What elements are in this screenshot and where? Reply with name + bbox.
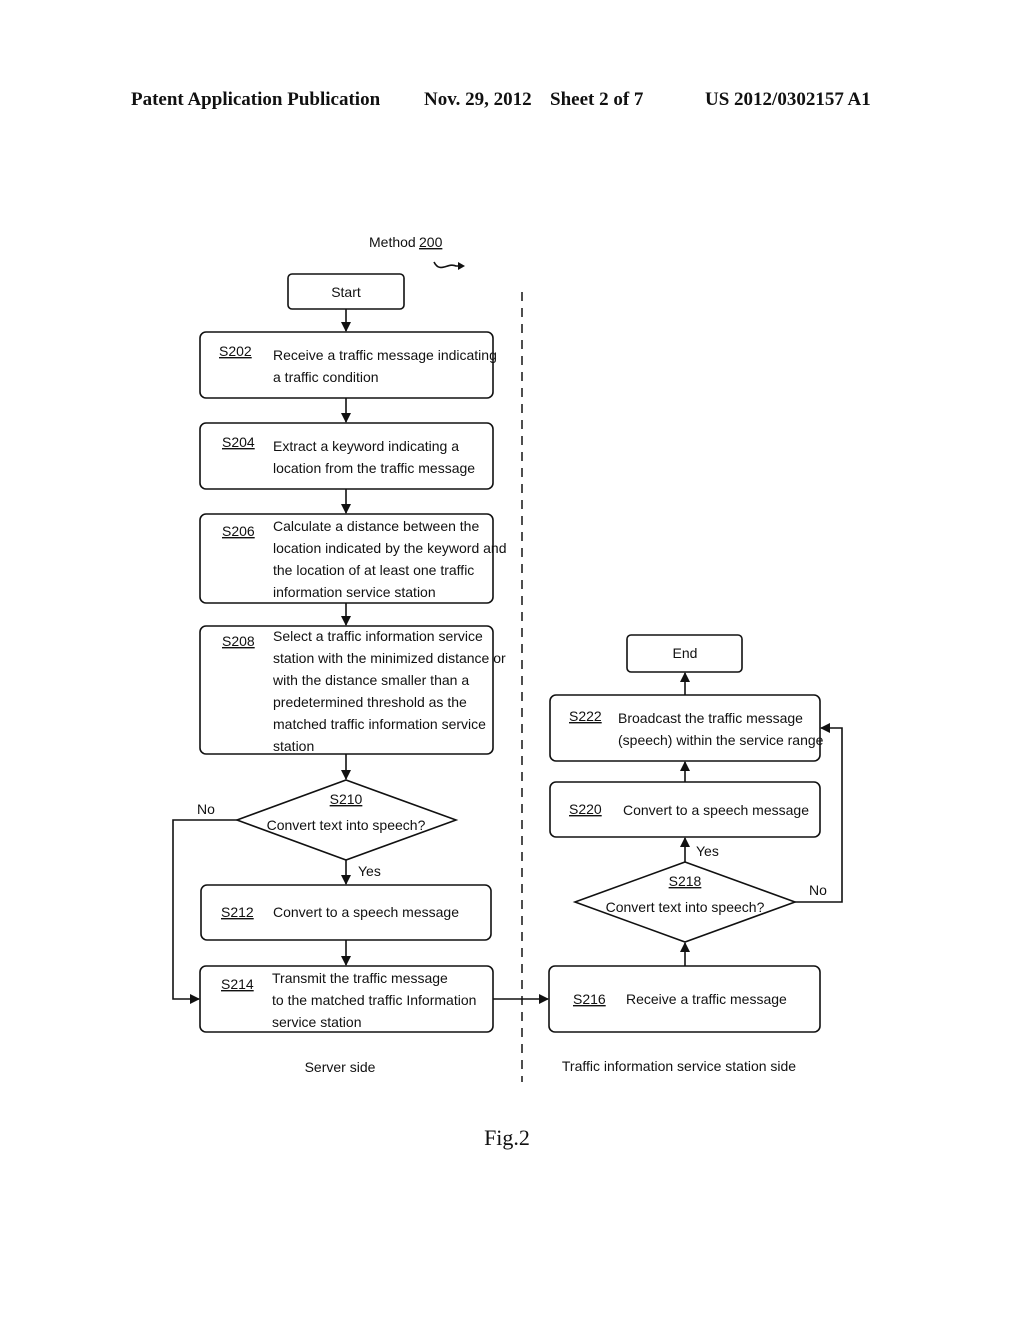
- step-text-line: service station: [272, 1014, 361, 1030]
- step-id: S204: [222, 434, 255, 450]
- step-id: S208: [222, 633, 255, 649]
- step-text-line: station with the minimized distance or: [273, 650, 506, 666]
- step-text-line: Calculate a distance between the: [273, 518, 479, 534]
- step-text-line: Transmit the traffic message: [272, 970, 448, 986]
- step-text-line: (speech) within the service range: [618, 732, 824, 748]
- step-text-line: to the matched traffic Information: [272, 992, 476, 1008]
- decision-question: Convert text into speech?: [606, 899, 765, 915]
- figure-label: Fig.2: [484, 1125, 530, 1150]
- decision-id: S218: [669, 873, 702, 889]
- step-s222: S222 Broadcast the traffic message (spee…: [549, 694, 824, 762]
- yes-label: Yes: [358, 863, 381, 879]
- step-id: S202: [219, 343, 252, 359]
- step-text-line: Select a traffic information service: [273, 628, 483, 644]
- station-side-label: Traffic information service station side: [562, 1058, 796, 1074]
- step-id: S220: [569, 801, 602, 817]
- method-ref: 200: [419, 234, 443, 250]
- step-id: S214: [221, 976, 254, 992]
- decision-s218: S218 Convert text into speech?: [572, 861, 798, 943]
- step-text-line: the location of at least one traffic: [273, 562, 474, 578]
- end-label: End: [673, 645, 698, 661]
- step-id: S206: [222, 523, 255, 539]
- end-node: End: [626, 634, 743, 673]
- step-text-line: information service station: [273, 584, 436, 600]
- method-squiggle-arrow: [433, 261, 462, 269]
- no-label: No: [197, 801, 215, 817]
- decision-s210: S210 Convert text into speech?: [234, 779, 459, 861]
- step-text-line: Receive a traffic message indicating: [273, 347, 497, 363]
- start-node: Start: [287, 273, 405, 310]
- step-s206: S206 Calculate a distance between the lo…: [199, 513, 506, 604]
- step-s212: S212 Convert to a speech message: [200, 884, 492, 941]
- step-s216: S216 Receive a traffic message: [548, 965, 821, 1033]
- step-s202: S202 Receive a traffic message indicatin…: [199, 331, 497, 399]
- step-s214: S214 Transmit the traffic message to the…: [199, 965, 494, 1033]
- step-text-line: Broadcast the traffic message: [618, 710, 803, 726]
- flowchart: Method 200 Start S202 Receive a traffic …: [172, 234, 843, 1150]
- step-s204: S204 Extract a keyword indicating a loca…: [199, 422, 494, 490]
- step-text-line: predetermined threshold as the: [273, 694, 467, 710]
- step-text-line: a traffic condition: [273, 369, 379, 385]
- no-label: No: [809, 882, 827, 898]
- decision-id: S210: [330, 791, 363, 807]
- step-text-line: matched traffic information service: [273, 716, 486, 732]
- step-id: S212: [221, 904, 254, 920]
- step-text-line: station: [273, 738, 314, 754]
- yes-label: Yes: [696, 843, 719, 859]
- start-label: Start: [331, 284, 361, 300]
- step-s220: S220 Convert to a speech message: [549, 781, 821, 838]
- step-text-line: Extract a keyword indicating a: [273, 438, 459, 454]
- server-side-label: Server side: [305, 1059, 376, 1075]
- decision-question: Convert text into speech?: [267, 817, 426, 833]
- step-id: S216: [573, 991, 606, 1007]
- step-text-line: location from the traffic message: [273, 460, 475, 476]
- step-text-line: Receive a traffic message: [626, 991, 787, 1007]
- squiggle-arrow-head-icon: [458, 262, 465, 270]
- step-text-line: Convert to a speech message: [273, 904, 459, 920]
- step-s208: S208 Select a traffic information servic…: [199, 625, 506, 755]
- step-text-line: with the distance smaller than a: [272, 672, 469, 688]
- step-id: S222: [569, 708, 602, 724]
- step-text-line: Convert to a speech message: [623, 802, 809, 818]
- step-text-line: location indicated by the keyword and: [273, 540, 506, 556]
- method-label: Method: [369, 234, 416, 250]
